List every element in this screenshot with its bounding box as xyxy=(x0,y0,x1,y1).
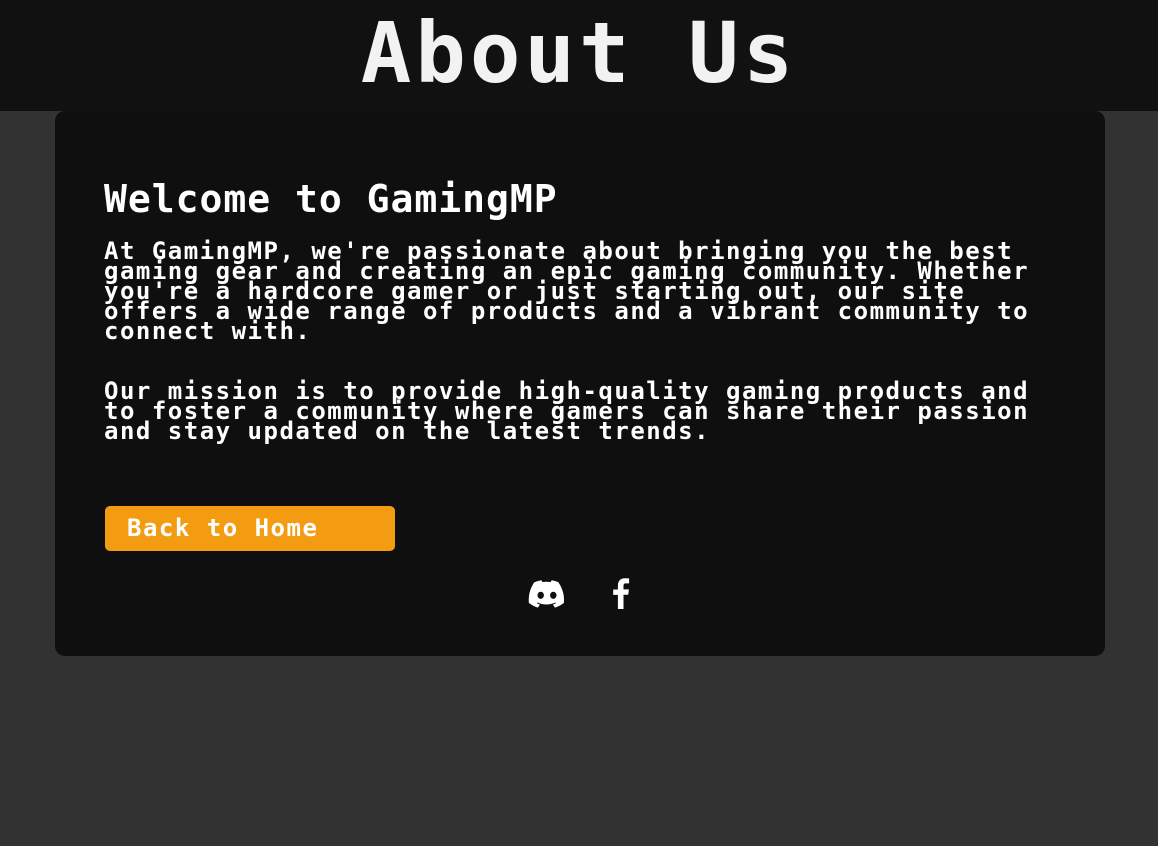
intro-paragraph: At GamingMP, we're passionate about brin… xyxy=(104,237,1030,345)
discord-link[interactable] xyxy=(527,573,567,613)
welcome-heading: Welcome to GamingMP xyxy=(104,177,558,221)
social-links xyxy=(55,573,1105,613)
facebook-icon xyxy=(613,578,630,609)
page-header: About Us xyxy=(0,0,1158,111)
mission-paragraph: Our mission is to provide high-quality g… xyxy=(104,377,1030,445)
about-card: Welcome to GamingMP At GamingMP, we're p… xyxy=(55,111,1105,656)
discord-icon xyxy=(528,580,565,608)
page-title: About Us xyxy=(360,4,798,102)
back-to-home-button[interactable]: Back to Home xyxy=(105,506,395,551)
facebook-link[interactable] xyxy=(601,573,641,613)
